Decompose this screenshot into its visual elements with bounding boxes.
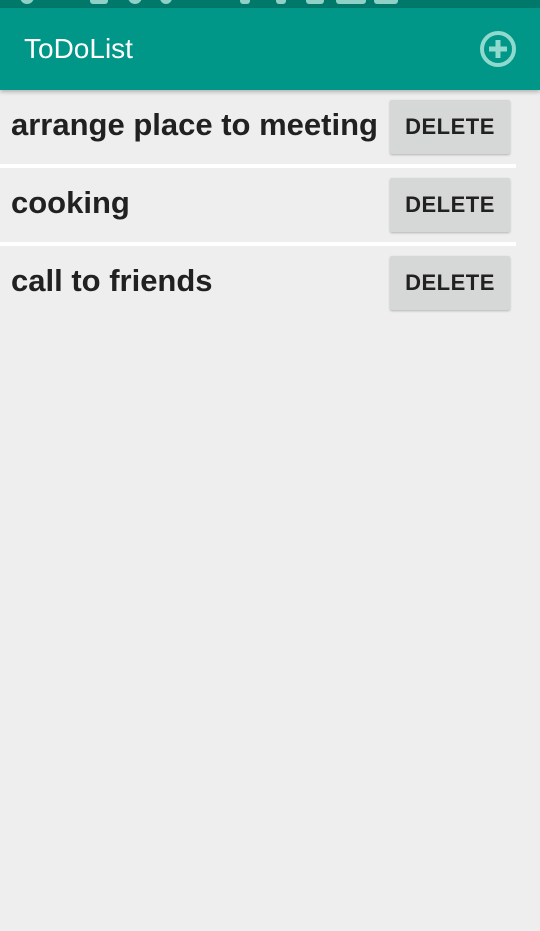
notification-icon xyxy=(90,0,108,4)
signal-icon xyxy=(374,0,398,4)
add-todo-button[interactable] xyxy=(480,31,516,67)
notification-icon xyxy=(160,0,172,4)
todo-list: arrange place to meeting DELETE cooking … xyxy=(0,90,516,320)
todo-row: arrange place to meeting DELETE xyxy=(0,90,516,168)
notification-icon xyxy=(306,0,324,4)
notification-icon xyxy=(240,0,250,4)
delete-button[interactable]: DELETE xyxy=(390,178,510,232)
notification-icon xyxy=(128,0,142,4)
app-title: ToDoList xyxy=(24,33,133,64)
delete-button[interactable]: DELETE xyxy=(390,256,510,310)
notification-icon xyxy=(20,0,34,4)
status-icons xyxy=(0,0,540,4)
todo-text: call to friends xyxy=(11,263,213,298)
notification-icon xyxy=(276,0,286,4)
todo-row: call to friends DELETE xyxy=(0,246,516,320)
todo-row: cooking DELETE xyxy=(0,168,516,246)
battery-icon xyxy=(336,0,366,4)
delete-button[interactable]: DELETE xyxy=(390,100,510,154)
status-bar xyxy=(0,0,540,8)
app-bar: ToDoList xyxy=(0,8,540,90)
plus-circle-icon xyxy=(480,31,516,67)
todo-text: cooking xyxy=(11,185,130,220)
todo-text: arrange place to meeting xyxy=(11,107,378,142)
